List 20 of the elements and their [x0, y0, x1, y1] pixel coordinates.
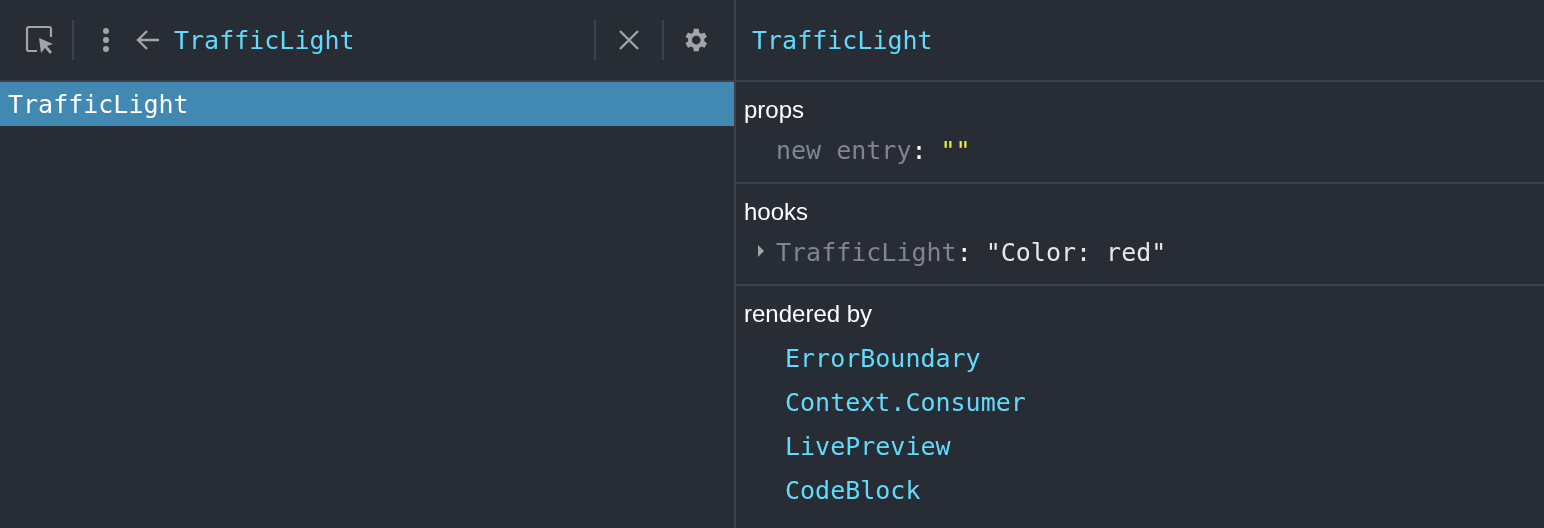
caret-icon[interactable]	[756, 244, 766, 258]
tree-item[interactable]: TrafficLight	[0, 82, 734, 126]
entry-key: new entry	[776, 135, 912, 165]
section-title: rendered by	[744, 300, 873, 327]
inspector-title: TrafficLight	[752, 25, 933, 55]
separator: :	[956, 237, 972, 267]
section-title: props	[744, 96, 805, 123]
owner-link[interactable]: LivePreview	[744, 424, 957, 468]
separator: :	[911, 135, 927, 165]
component-name: TrafficLight	[174, 25, 356, 55]
owner-link[interactable]: Context.Consumer	[744, 380, 1032, 424]
owner-link[interactable]: CodeBlock	[744, 468, 927, 512]
entry-key: TrafficLight	[776, 237, 957, 267]
back-arrow-icon[interactable]	[136, 29, 160, 51]
more-icon[interactable]	[102, 27, 110, 53]
owner-link[interactable]: ErrorBoundary	[744, 336, 987, 380]
entry-value: "Color: red"	[985, 237, 1167, 267]
section-title: hooks	[744, 198, 809, 225]
entry-value: ""	[940, 135, 971, 165]
close-icon[interactable]	[618, 29, 640, 51]
